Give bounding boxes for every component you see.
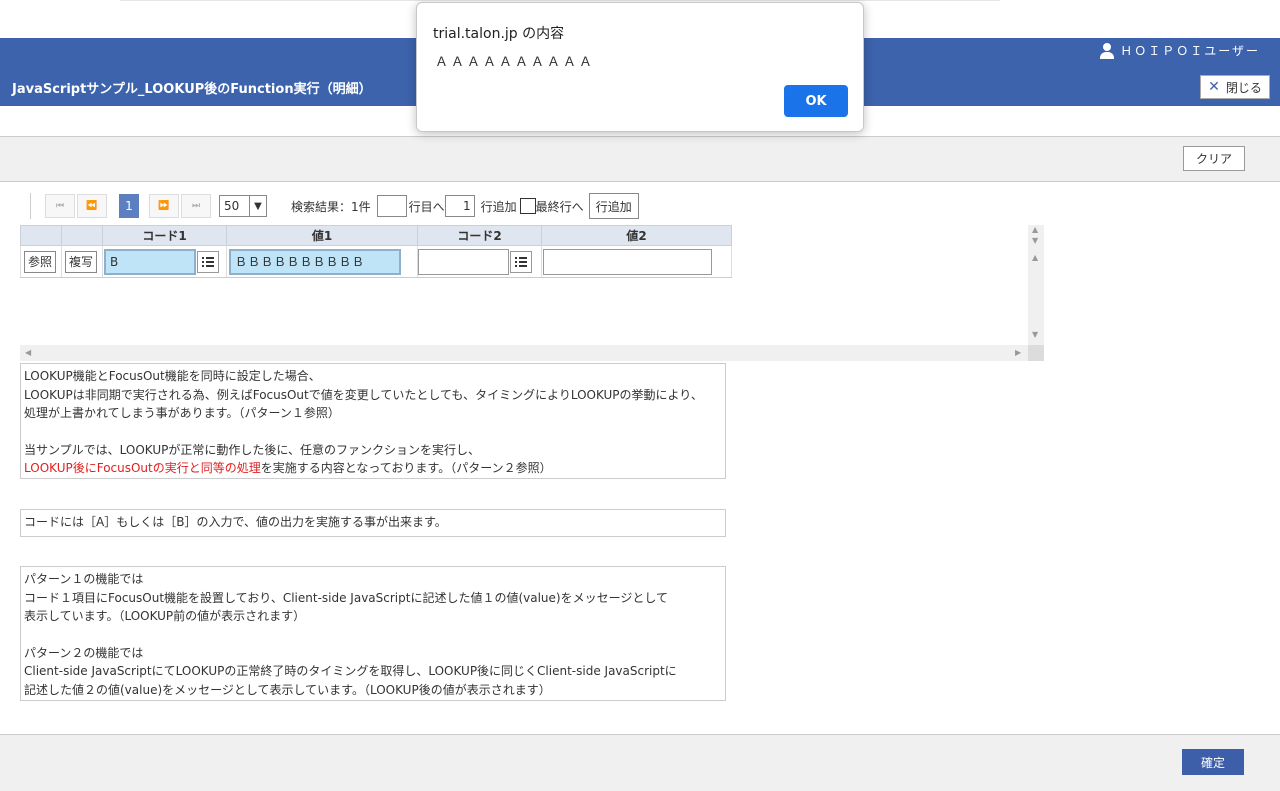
alert-dialog: trial.talon.jp の内容 ＡＡＡＡＡＡＡＡＡＡ OK	[416, 2, 864, 132]
scroll-down-icon[interactable]: ▼	[1032, 236, 1038, 245]
pager: ⏮ ⏪ 1 ⏩ ⏭ 50 ▼ 検索結果：1件 行目へ 1 行追加 最終行へ 行追…	[30, 193, 639, 219]
note-line: LOOKUP機能とFocusOut機能を同時に設定した場合、	[24, 369, 321, 383]
confirm-button[interactable]: 確定	[1182, 749, 1244, 775]
close-button[interactable]: ✕ 閉じる	[1200, 75, 1270, 99]
code2-cell	[417, 246, 541, 277]
note-line: 表示しています。（LOOKUP前の値が表示されます）	[24, 609, 306, 623]
close-label: 閉じる	[1225, 80, 1262, 95]
add-row-count-input[interactable]: 1	[444, 195, 475, 217]
user-icon	[1100, 42, 1115, 59]
note-line: 当サンプルでは、LOOKUPが正常に動作した後に、任意のファンクションを実行し、	[24, 442, 480, 457]
code2-input[interactable]	[418, 248, 509, 275]
header-value2: 値2	[541, 225, 732, 246]
current-page[interactable]: 1	[119, 194, 139, 218]
header-code2: コード2	[417, 225, 541, 246]
page-size-select[interactable]: 50 ▼	[219, 195, 267, 217]
header-blank-2	[61, 225, 102, 246]
note-text: を実施する内容となっております。（パターン２参照）	[260, 461, 552, 475]
last-row-label: 最終行へ	[535, 199, 584, 214]
clear-button[interactable]: クリア	[1183, 146, 1245, 171]
last-page-icon[interactable]: ⏭	[181, 194, 211, 218]
list-icon	[515, 256, 527, 267]
note-lookup-focusout: LOOKUP機能とFocusOut機能を同時に設定した場合、 LOOKUPは非同…	[20, 363, 726, 479]
result-count: 検索結果：1件	[291, 199, 371, 214]
add-row-button[interactable]: 行追加	[588, 193, 639, 219]
page-size-value: 50	[224, 199, 240, 213]
first-page-icon[interactable]: ⏮	[45, 194, 75, 218]
code2-lookup-button[interactable]	[510, 250, 532, 273]
header-blank-1	[20, 225, 61, 246]
scroll-up-icon[interactable]: ▲	[1032, 253, 1038, 262]
code1-input[interactable]: B	[104, 248, 196, 275]
note-line: Client-side JavaScriptにてLOOKUPの正常終了時のタイミ…	[24, 664, 677, 678]
value1-cell: ＢＢＢＢＢＢＢＢＢＢ	[226, 246, 417, 277]
code1-lookup-button[interactable]	[197, 250, 219, 273]
value1-input[interactable]: ＢＢＢＢＢＢＢＢＢＢ	[229, 248, 401, 275]
note-line: LOOKUPは非同期で実行される為、例えばFocusOutで値を変更していたとし…	[24, 387, 703, 402]
page-title: JavaScriptサンプル_LOOKUP後のFunction実行（明細）	[12, 82, 372, 97]
list-icon	[202, 256, 214, 267]
vertical-scrollbar[interactable]: ▲ ▼ ▲ ▼	[1028, 225, 1044, 345]
next-page-icon[interactable]: ⏩	[149, 194, 179, 218]
prev-page-icon[interactable]: ⏪	[77, 194, 107, 218]
close-icon: ✕	[1208, 79, 1220, 95]
code1-cell: B	[102, 246, 226, 277]
note-line: 処理が上書かれてしまう事があります。（パターン１参照）	[24, 406, 340, 420]
add-row-suffix: 行追加	[480, 199, 517, 214]
pager-divider	[30, 193, 31, 219]
ref-cell: 参照	[20, 246, 61, 277]
detail-grid: コード1 値1 コード2 値2 参照 複写 B ＢＢＢＢＢＢＢＢＢＢ ▲ ▼ ▲…	[20, 225, 1044, 361]
dialog-title: trial.talon.jp の内容	[433, 26, 565, 42]
note-line: コード１項目にFocusOut機能を設置しており、Client-side Jav…	[24, 590, 668, 605]
copy-cell: 複写	[61, 246, 102, 277]
last-row-checkbox[interactable]	[519, 198, 536, 214]
table-row: 参照 複写 B ＢＢＢＢＢＢＢＢＢＢ	[20, 246, 732, 278]
header-code1: コード1	[102, 225, 226, 246]
grid-header: コード1 値1 コード2 値2	[20, 225, 732, 246]
scroll-left-icon[interactable]: ◀	[25, 348, 31, 357]
note-line: コードには［A］もしくは［B］の入力で、値の出力を実施する事が出来ます。	[24, 515, 447, 529]
note-line: 記述した値２の値(value)をメッセージとして表示しています。（LOOKUP後…	[24, 682, 551, 697]
goto-row-input[interactable]	[376, 195, 407, 217]
note-line: LOOKUP後にFocusOutの実行と同等の処理を実施する内容となっております…	[24, 459, 722, 478]
user-name: ＨＯＩＰＯＩユーザー	[1120, 44, 1260, 58]
scroll-right-icon[interactable]: ▶	[1015, 348, 1021, 357]
note-line: パターン１の機能では	[24, 572, 144, 586]
scroll-down-icon[interactable]: ▼	[1032, 330, 1038, 339]
note-patterns: パターン１の機能では コード１項目にFocusOut機能を設置しており、Clie…	[20, 566, 726, 701]
goto-row-suffix: 行目へ	[408, 199, 445, 214]
note-line: パターン２の機能では	[24, 645, 144, 660]
copy-button[interactable]: 複写	[65, 250, 98, 273]
ok-button[interactable]: OK	[784, 85, 848, 117]
user-menu[interactable]: ＨＯＩＰＯＩユーザー	[1100, 42, 1260, 59]
chevron-down-icon: ▼	[249, 196, 266, 216]
note-code-input: コードには［A］もしくは［B］の入力で、値の出力を実施する事が出来ます。	[20, 509, 726, 537]
top-divider	[120, 0, 1000, 1]
note-highlight: LOOKUP後にFocusOutの実行と同等の処理	[24, 461, 261, 475]
value2-input[interactable]	[543, 248, 712, 275]
ref-button[interactable]: 参照	[24, 250, 57, 273]
footer-bar: 確定	[0, 734, 1280, 791]
scrollbar-corner	[1028, 345, 1044, 361]
action-toolbar: クリア	[0, 137, 1280, 182]
dialog-message: ＡＡＡＡＡＡＡＡＡＡ	[435, 55, 596, 70]
horizontal-scrollbar[interactable]: ◀ ▶	[20, 345, 1028, 361]
header-value1: 値1	[226, 225, 417, 246]
scroll-up-icon[interactable]: ▲	[1032, 225, 1038, 234]
value2-cell	[541, 246, 732, 277]
